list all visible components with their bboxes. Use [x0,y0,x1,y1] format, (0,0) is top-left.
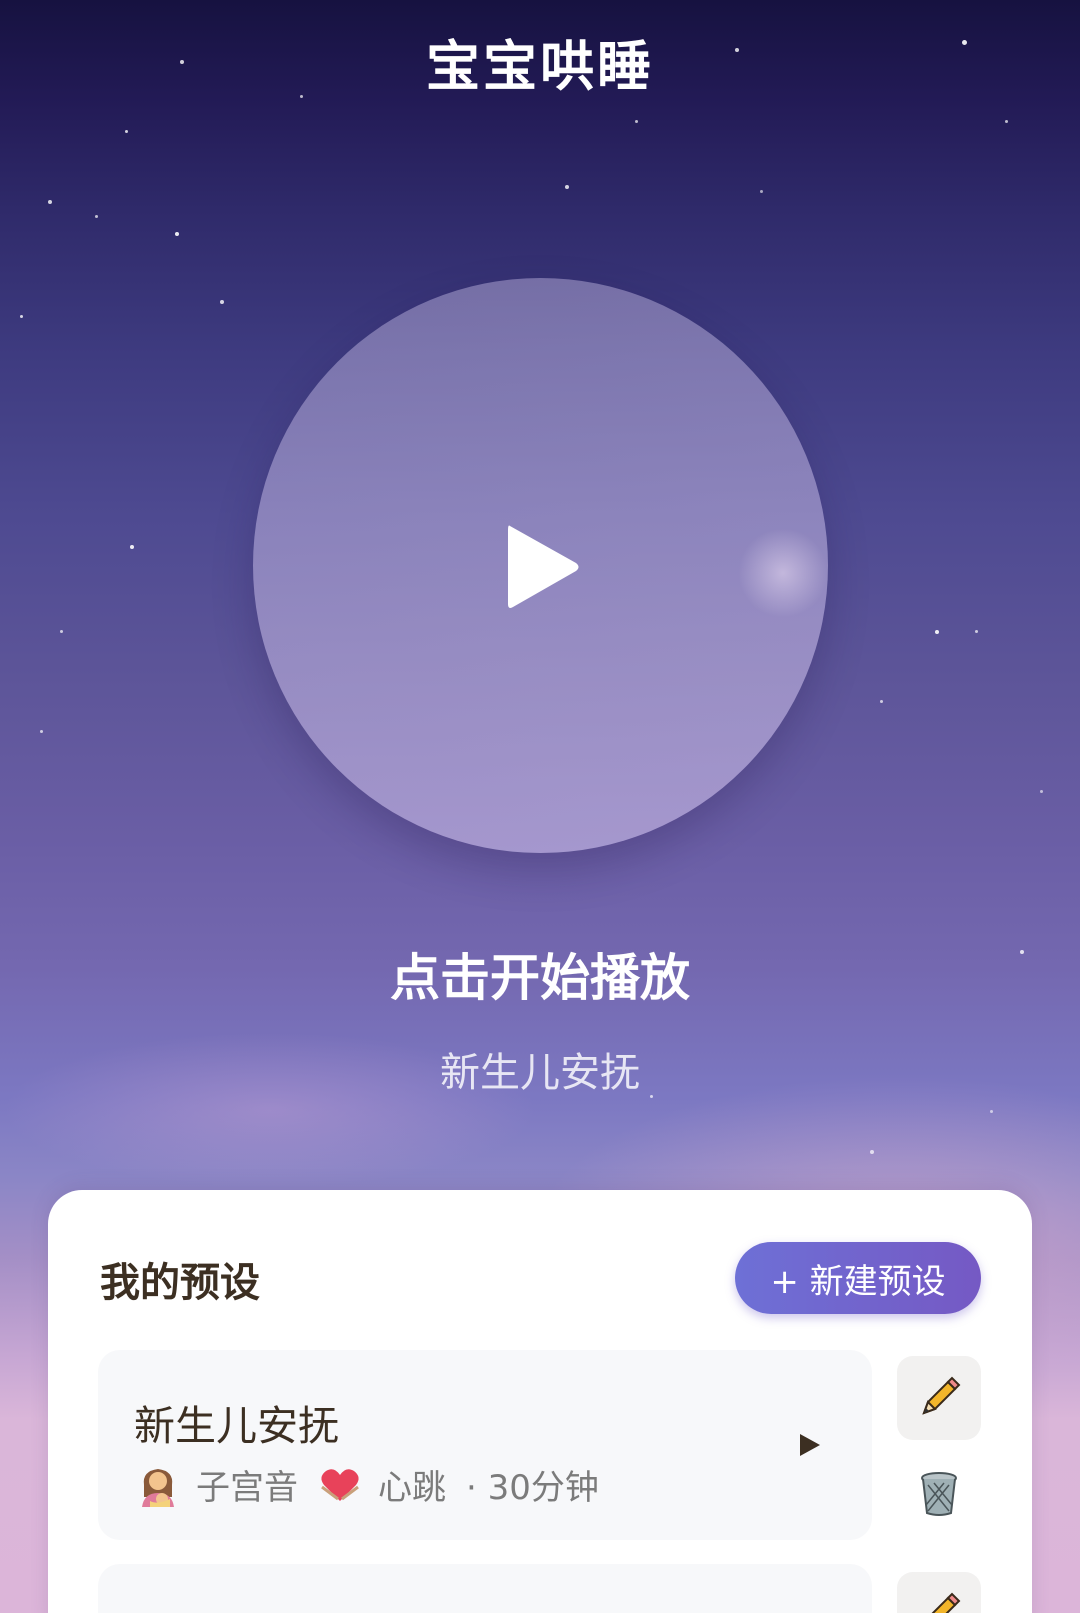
delete-preset-button[interactable] [914,1468,964,1520]
app-title: 宝宝哄睡 [426,35,654,98]
new-preset-button[interactable]: + 新建预设 [735,1242,981,1314]
edit-preset-button[interactable] [897,1356,981,1440]
pencil-icon [931,1592,961,1613]
disc-glow [738,528,828,618]
app-screen: 宝宝哄睡 点击开始播放 新生儿安抚 我的预设 + 新建预设 新生儿安抚 子宫音 [0,0,1080,1613]
preset-card[interactable]: 新生儿安抚 子宫音 心跳 · 30分钟 [98,1350,872,1540]
edit-preset-button[interactable] [897,1572,981,1613]
presets-panel-title: 我的预设 [100,1260,260,1306]
preset-duration: · 30分钟 [466,1468,599,1508]
heart-icon [321,1468,359,1501]
play-button[interactable] [253,278,828,853]
play-icon [508,525,579,608]
trash-icon [921,1472,957,1516]
current-preset-label: 新生儿安抚 [440,1050,640,1096]
preset-name: 新生儿安抚 [134,1402,339,1450]
preset-play-icon[interactable] [798,1432,822,1458]
playback-status-title: 点击开始播放 [390,949,690,1007]
preset-card[interactable] [98,1564,872,1613]
sound-label-womb: 子宫音 [196,1468,298,1508]
preset-meta: 子宫音 心跳 · 30分钟 [136,1460,599,1509]
presets-panel: 我的预设 + 新建预设 新生儿安抚 子宫音 心跳 · 30分钟 [48,1190,1032,1613]
sound-label-heartbeat: 心跳 [378,1468,446,1508]
mother-baby-icon [142,1468,174,1507]
pencil-icon [922,1376,961,1415]
